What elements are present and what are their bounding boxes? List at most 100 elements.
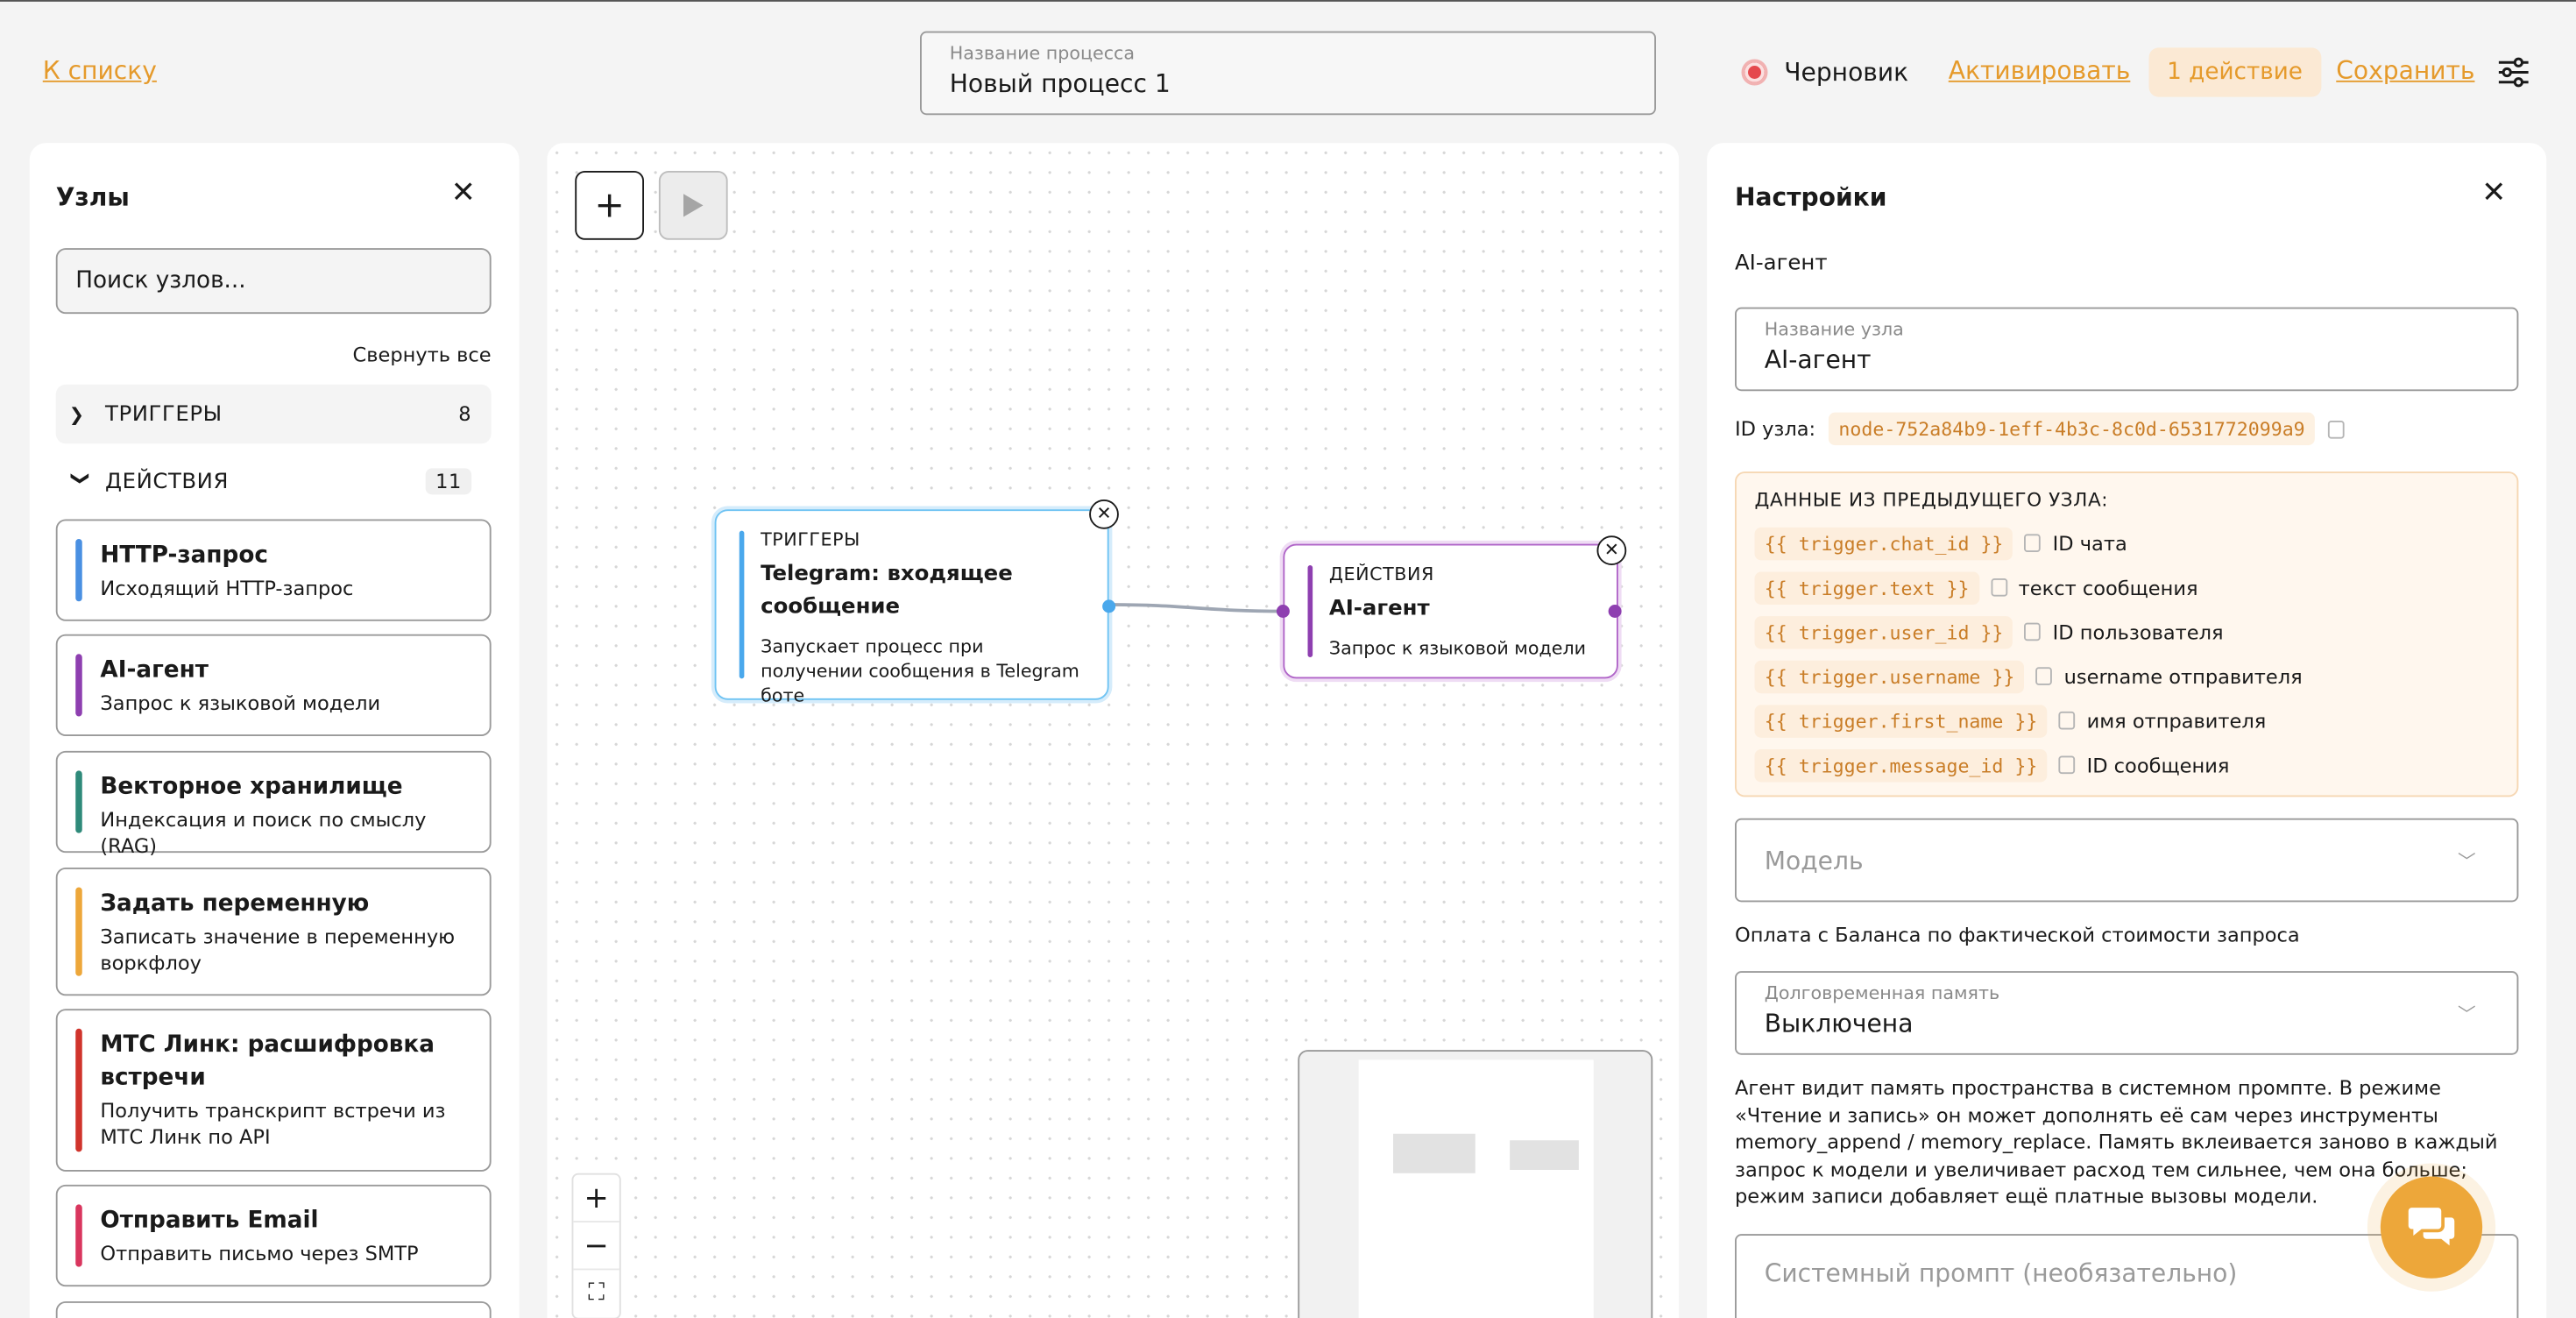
model-select[interactable]: Модель ﹀ [1735,818,2519,903]
node-item-title: Задать переменную [100,890,370,918]
node-item-title: Отправить Email [100,1208,319,1235]
node-item-title: МТС Линк: расшифровка встречи [100,1031,435,1092]
nodes-panel: Узлы ✕ Поиск узлов... Свернуть все ❯ ТРИ… [29,143,520,1318]
node-color-bar [739,530,745,679]
minimap-viewport[interactable] [1358,1059,1594,1318]
variable-row: {{ trigger.message_id }} ID сообщения [1754,743,2499,788]
variable-token[interactable]: {{ trigger.text }} [1754,570,1979,605]
action-node-ai-agent[interactable]: ДЕЙСТВИЯ AI-агент Запрос к языковой моде… [1276,535,1627,679]
node-name-field[interactable]: Название узла AI-агент [1735,307,2519,392]
save-button[interactable]: Сохранить [2336,56,2474,86]
copy-icon[interactable] [2024,622,2042,641]
input-port[interactable] [1276,605,1290,618]
memory-select[interactable]: Долговременная память Выключена ﹀ [1735,971,2519,1055]
node-color-bar [75,887,82,976]
copy-icon[interactable] [2058,755,2076,775]
node-category: ТРИГГЕРЫ [761,528,860,551]
variable-token[interactable]: {{ trigger.chat_id }} [1754,526,2013,560]
node-item-vector-store[interactable]: Векторное хранилище Индексация и поиск п… [55,750,492,858]
group-actions[interactable]: ❯ ДЕЙСТВИЯ 11 [56,452,492,512]
memory-label: Долговременная память [1764,982,2000,1004]
process-name-input[interactable]: Название процесса Новый процесс 1 [920,31,1656,116]
node-color-bar [75,770,82,833]
variable-row: {{ trigger.first_name }} имя отправителя [1754,698,2499,743]
zoom-in-icon[interactable]: + [573,1175,619,1222]
sliders-icon[interactable] [2497,56,2530,89]
trigger-node-telegram[interactable]: ТРИГГЕРЫ Telegram: входящее сообщение За… [714,500,1119,706]
chevron-right-icon: ❯ [68,403,85,425]
variable-row: {{ trigger.text }} текст сообщения [1754,565,2499,610]
group-triggers[interactable]: ❯ ТРИГГЕРЫ 8 [55,384,492,444]
variable-token[interactable]: {{ trigger.username }} [1754,659,2025,693]
action-count-badge[interactable]: 1 действие [2148,47,2321,97]
group-label: ТРИГГЕРЫ [105,401,223,427]
process-name-label: Название процесса [949,42,1136,65]
minimap[interactable] [1298,1050,1653,1318]
variable-desc: username отправителя [2063,664,2303,688]
node-item-send-email[interactable]: Отправить Email Отправить письмо через S… [55,1184,492,1287]
node-item-http[interactable]: HTTP-запрос Исходящий HTTP-запрос [55,519,492,621]
node-item-set-variable[interactable]: Задать переменную Записать значение в пе… [55,868,492,996]
zoom-controls: + − ⛶ [571,1173,621,1318]
process-name-value[interactable]: Новый процесс 1 [950,69,1627,99]
variable-desc: ID сообщения [2086,753,2230,776]
activate-button[interactable]: Активировать [1949,56,2131,86]
node-item-mts-link[interactable]: МТС Линк: расшифровка встречи Получить т… [55,1009,492,1172]
node-item-desc: Индексация и поиск по смыслу (RAG) [100,808,427,858]
chat-support-button[interactable] [2380,1176,2483,1279]
variable-token[interactable]: {{ trigger.message_id }} [1754,748,2048,782]
node-item-ai-agent[interactable]: AI-агент Запрос к языковой модели [55,634,492,736]
close-nodes-panel-icon[interactable]: ✕ [449,178,478,209]
delete-node-icon[interactable]: ✕ [1089,500,1119,529]
nodes-panel-title: Узлы [55,182,130,212]
node-title: AI-агент [1328,596,1430,621]
copy-icon[interactable] [2327,420,2345,438]
node-search-input[interactable]: Поиск узлов... [55,248,492,315]
node-item-partial[interactable] [55,1301,492,1318]
status-label: Черновик [1784,57,1909,88]
variable-token[interactable]: {{ trigger.user_id }} [1754,615,2013,648]
node-color-bar [75,654,82,717]
node-category: ДЕЙСТВИЯ [1328,563,1434,585]
variable-desc: ID пользователя [2052,620,2224,644]
variable-row: {{ trigger.user_id }} ID пользователя [1754,610,2499,655]
status-indicator: Черновик [1741,57,1909,88]
node-desc: Запускает процесс при получении сообщени… [761,635,1079,707]
chat-bubbles-icon [2408,1208,2455,1246]
back-to-list-link[interactable]: К списку [43,56,157,86]
group-label: ДЕЙСТВИЯ [105,469,230,494]
delete-node-icon[interactable]: ✕ [1596,535,1627,565]
output-port[interactable] [1102,599,1116,613]
node-color-bar [75,539,82,602]
node-desc: Запрос к языковой модели [1328,637,1587,659]
close-settings-panel-icon[interactable]: ✕ [2479,178,2509,209]
node-item-title: AI-агент [100,657,209,684]
node-color-bar [1307,565,1313,657]
variable-desc: текст сообщения [2018,576,2198,599]
node-item-title: Векторное хранилище [100,774,403,801]
node-name-label: Название узла [1764,318,1904,341]
minimap-node [1393,1133,1476,1173]
variable-row: {{ trigger.chat_id }} ID чата [1754,521,2499,565]
copy-icon[interactable] [2024,534,2042,552]
memory-value: Выключена [1764,1009,1914,1038]
app-root: К списку Название процесса Новый процесс… [0,0,2576,1318]
status-dot-icon [1741,59,1768,86]
variable-row: {{ trigger.username }} username отправит… [1754,654,2499,698]
group-count: 8 [458,402,472,426]
output-port[interactable] [1608,605,1622,618]
collapse-all-button[interactable]: Свернуть все [353,344,492,366]
copy-icon[interactable] [2035,667,2053,685]
copy-icon[interactable] [2058,711,2076,730]
variable-token[interactable]: {{ trigger.first_name }} [1754,704,2048,737]
zoom-out-icon[interactable]: − [573,1222,619,1271]
copy-icon[interactable] [1990,578,2007,597]
node-title: Telegram: входящее сообщение [761,562,1013,620]
fit-view-icon[interactable]: ⛶ [573,1270,619,1317]
node-item-desc: Получить транскрипт встречи из МТС Линк … [100,1099,446,1149]
workflow-canvas[interactable]: + ТРИГГЕРЫ Telegram: входящее сообщение … [547,143,1680,1318]
node-name-value[interactable]: AI-агент [1765,345,2489,375]
node-type-label: AI-агент [1735,251,1828,276]
settings-panel: Настройки ✕ AI-агент Название узла AI-аг… [1707,143,2547,1318]
node-color-bar [75,1028,82,1152]
